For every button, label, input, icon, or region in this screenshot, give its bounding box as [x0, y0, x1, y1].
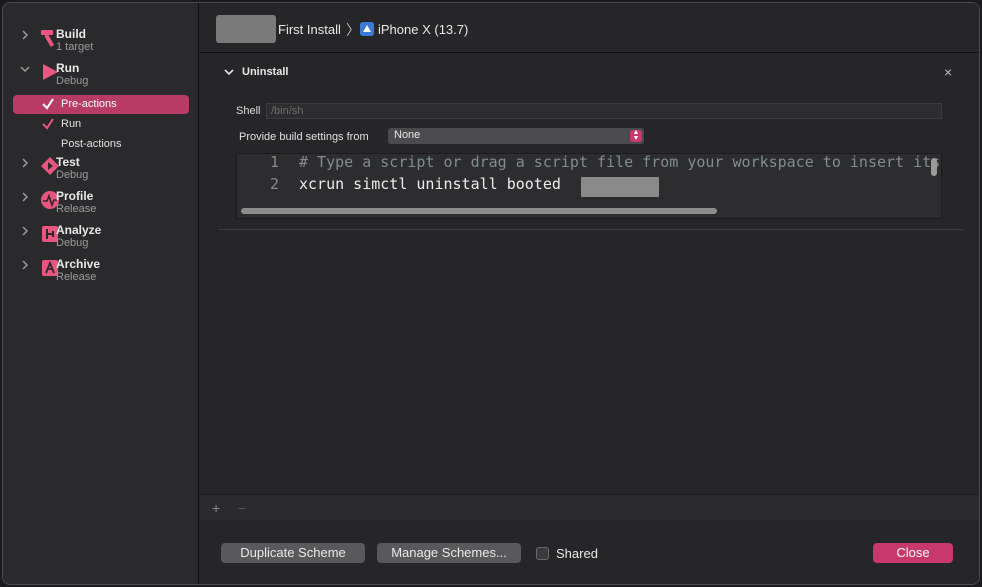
breadcrumb-separator: 〉 [346, 22, 360, 38]
action-subtitle: Debug [56, 75, 89, 87]
remove-action-button[interactable]: − [238, 500, 246, 516]
scheme-editor-window: Build 1 target Run Debug Pre-actions Run… [2, 2, 980, 585]
build-settings-select[interactable]: None ▲ ▼ [388, 128, 644, 144]
action-subtitle: 1 target [56, 41, 94, 53]
redacted-scheme-prefix [216, 15, 276, 43]
breadcrumb-device[interactable]: iPhone X (13.7) [378, 22, 468, 37]
horizontal-scrollbar[interactable] [241, 208, 717, 214]
sidebar-item-profile[interactable]: Profile Release [13, 189, 193, 221]
subitem-label: Post-actions [61, 138, 122, 150]
simulator-icon [360, 22, 374, 36]
action-name: Run [56, 61, 80, 75]
shell-input[interactable] [266, 103, 942, 119]
sidebar-item-archive[interactable]: Archive Release [13, 257, 193, 289]
footer-bar: Duplicate Scheme Manage Schemes... Share… [200, 521, 979, 584]
sidebar-item-analyze[interactable]: Analyze Debug [13, 223, 193, 255]
action-list-toolbar: + − [200, 494, 979, 520]
vertical-scrollbar[interactable] [931, 158, 937, 176]
popup-arrows-icon: ▲ ▼ [630, 129, 642, 142]
sidebar-item-test[interactable]: Test Debug [13, 155, 193, 187]
action-subtitle: Debug [56, 237, 89, 249]
line-number: 2 [269, 175, 279, 193]
action-name: Build [56, 27, 86, 41]
line-number: 1 [269, 153, 279, 171]
checkmark-icon [42, 118, 54, 130]
script-editor[interactable]: 1 # Type a script or drag a script file … [236, 153, 942, 219]
manage-schemes-button[interactable]: Manage Schemes... [377, 543, 521, 563]
action-name: Test [56, 155, 80, 169]
chevron-right-icon[interactable] [19, 225, 31, 237]
shared-label: Shared [556, 546, 598, 561]
subitem-label: Pre-actions [61, 98, 117, 110]
chevron-down-icon[interactable] [224, 67, 234, 77]
script-line: 1 # Type a script or drag a script file … [237, 153, 942, 175]
breadcrumb-scheme[interactable]: First Install [278, 22, 341, 37]
chevron-right-icon[interactable] [19, 29, 31, 41]
sidebar-item-run[interactable]: Run Debug [13, 61, 193, 93]
action-subtitle: Release [56, 203, 97, 215]
chevron-down-icon[interactable] [19, 63, 31, 75]
duplicate-scheme-button[interactable]: Duplicate Scheme [221, 543, 365, 563]
close-icon[interactable]: × [944, 64, 952, 80]
scheme-actions-sidebar: Build 1 target Run Debug Pre-actions Run… [3, 3, 199, 584]
chevron-right-icon[interactable] [19, 191, 31, 203]
breadcrumb: First Install 〉 iPhone X (13.7) [200, 3, 979, 53]
run-script-action-panel: Uninstall × Shell Provide build settings… [218, 55, 964, 230]
redacted-bundle-id [581, 177, 659, 197]
action-name: Analyze [56, 223, 102, 237]
action-subtitle: Debug [56, 169, 89, 181]
add-action-button[interactable]: + [212, 500, 220, 516]
subitem-label: Run [61, 118, 82, 130]
checkmark-icon [42, 98, 54, 110]
build-settings-label: Provide build settings from [239, 131, 369, 143]
chevron-right-icon[interactable] [19, 157, 31, 169]
sidebar-subitem-post-actions[interactable]: Post-actions [13, 135, 189, 154]
sidebar-subitem-pre-actions[interactable]: Pre-actions [13, 95, 189, 114]
action-name: Profile [56, 189, 94, 203]
build-settings-value: None [394, 129, 421, 141]
shared-checkbox[interactable] [536, 547, 549, 560]
script-line-text: xcrun simctl uninstall booted [299, 175, 561, 193]
sidebar-subitem-run[interactable]: Run [13, 115, 189, 134]
action-title[interactable]: Uninstall [242, 66, 288, 78]
shell-label: Shell [236, 105, 261, 117]
script-line-text: # Type a script or drag a script file fr… [299, 153, 942, 171]
close-button[interactable]: Close [873, 543, 953, 563]
scheme-detail-pane: First Install 〉 iPhone X (13.7) Uninstal… [200, 3, 979, 584]
script-line: 2 xcrun simctl uninstall booted [237, 175, 941, 197]
action-name: Archive [56, 257, 101, 271]
action-subtitle: Release [56, 271, 97, 283]
sidebar-item-build[interactable]: Build 1 target [13, 27, 193, 59]
chevron-right-icon[interactable] [19, 259, 31, 271]
